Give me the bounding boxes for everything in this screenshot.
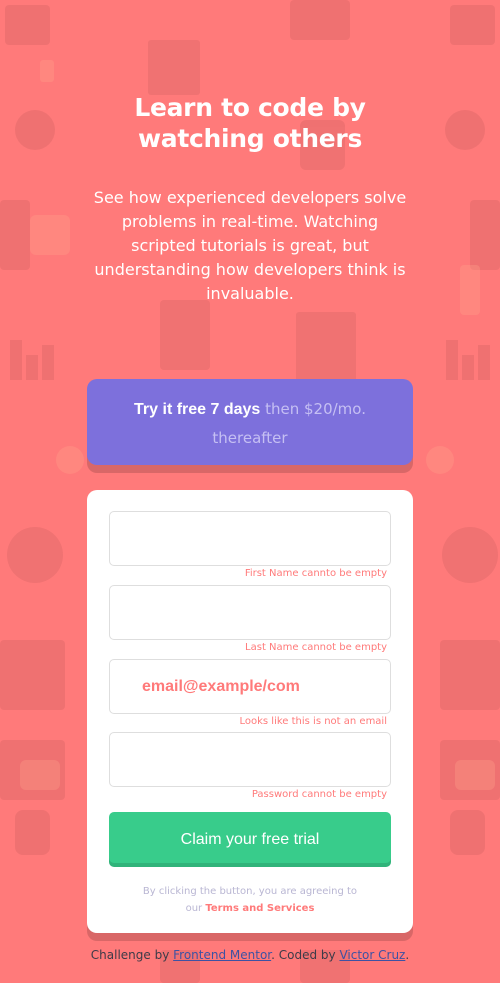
- first-name-field: [109, 511, 391, 566]
- signup-form: First Name cannto be empty Last Name can…: [87, 490, 413, 933]
- headline-line-1: Learn to code by: [134, 93, 366, 122]
- last-name-input[interactable]: [110, 586, 390, 639]
- headline-line-2: watching others: [137, 124, 363, 153]
- terms-our: our: [185, 903, 206, 914]
- frontend-mentor-link[interactable]: Frontend Mentor: [173, 948, 271, 962]
- headline: Learn to code by watching others: [0, 92, 500, 154]
- first-name-input[interactable]: [110, 512, 390, 565]
- terms-line-2: our Terms and Services: [87, 900, 413, 917]
- password-input[interactable]: [110, 733, 390, 786]
- attribution: Challenge by Frontend Mentor. Coded by V…: [0, 948, 500, 962]
- password-field: [109, 732, 391, 787]
- author-link[interactable]: Victor Cruz: [339, 948, 405, 962]
- attribution-middle: . Coded by: [271, 948, 340, 962]
- email-field: [109, 659, 391, 714]
- attribution-suffix: .: [405, 948, 410, 962]
- terms-prefix: By clicking the button, you are agreeing…: [142, 886, 358, 897]
- attribution-prefix: Challenge by: [90, 948, 174, 962]
- last-name-field: [109, 585, 391, 640]
- intro-text: See how experienced developers solve pro…: [93, 188, 407, 303]
- claim-trial-button[interactable]: Claim your free trial: [109, 812, 391, 867]
- email-input[interactable]: [110, 660, 390, 713]
- password-error: Password cannot be empty: [251, 789, 387, 800]
- terms-link[interactable]: Terms and Services: [205, 903, 314, 914]
- promo-banner: Try it free 7 days then $20/mo. thereaft…: [87, 379, 413, 465]
- last-name-error: Last Name cannot be empty: [245, 642, 387, 653]
- first-name-error: First Name cannto be empty: [244, 568, 387, 579]
- promo-strong-text: Try it free 7 days: [134, 401, 261, 418]
- terms-notice: By clicking the button, you are agreeing…: [87, 883, 413, 917]
- email-error: Looks like this is not an email: [239, 716, 387, 727]
